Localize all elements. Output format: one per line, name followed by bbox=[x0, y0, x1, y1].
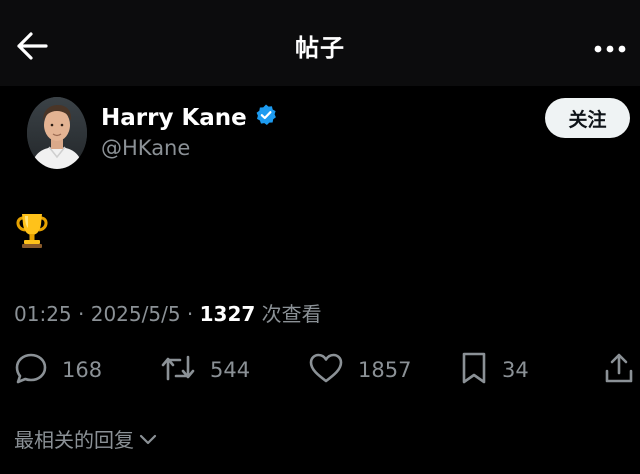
avatar[interactable] bbox=[27, 97, 87, 169]
repost-icon bbox=[160, 351, 196, 390]
more-horizontal-icon bbox=[593, 39, 627, 58]
trophy-icon bbox=[14, 214, 50, 254]
repost-button[interactable]: 544 bbox=[160, 352, 250, 388]
reply-button[interactable]: 168 bbox=[14, 352, 102, 388]
tweet-time: 01:25 bbox=[14, 302, 72, 326]
follow-button[interactable]: 关注 bbox=[545, 98, 630, 138]
author-handle[interactable]: @HKane bbox=[101, 136, 190, 160]
heart-icon bbox=[308, 352, 344, 389]
reply-count: 168 bbox=[62, 358, 103, 382]
action-bar: 168 544 1857 34 bbox=[0, 352, 640, 388]
reply-icon bbox=[14, 351, 48, 390]
views-label: 次查看 bbox=[255, 302, 322, 326]
meta-separator: · bbox=[180, 302, 200, 326]
replies-sort-dropdown[interactable]: 最相关的回复 bbox=[14, 424, 158, 453]
top-bar: 帖子 bbox=[0, 0, 640, 86]
tweet-content bbox=[14, 210, 50, 250]
tweet-date: 2025/5/5 bbox=[90, 302, 181, 326]
like-count: 1857 bbox=[358, 358, 412, 382]
more-options-button[interactable] bbox=[588, 26, 632, 70]
chevron-down-icon bbox=[138, 427, 158, 451]
meta-separator: · bbox=[71, 302, 91, 326]
verified-badge-icon bbox=[254, 103, 278, 133]
replies-sort-label: 最相关的回复 bbox=[14, 428, 134, 452]
author-name: Harry Kane bbox=[101, 105, 247, 131]
tweet-meta: 01:25 · 2025/5/5 · 1327 次查看 bbox=[14, 298, 322, 327]
bookmark-icon bbox=[460, 351, 488, 390]
page-title: 帖子 bbox=[295, 34, 345, 62]
share-icon bbox=[604, 351, 634, 390]
author-name-row[interactable]: Harry Kane bbox=[101, 103, 278, 133]
share-button[interactable] bbox=[604, 352, 634, 388]
repost-count: 544 bbox=[210, 358, 251, 382]
like-button[interactable]: 1857 bbox=[308, 352, 411, 388]
bookmark-button[interactable]: 34 bbox=[460, 352, 529, 388]
bookmark-count: 34 bbox=[502, 358, 529, 382]
views-count[interactable]: 1327 bbox=[200, 302, 256, 326]
